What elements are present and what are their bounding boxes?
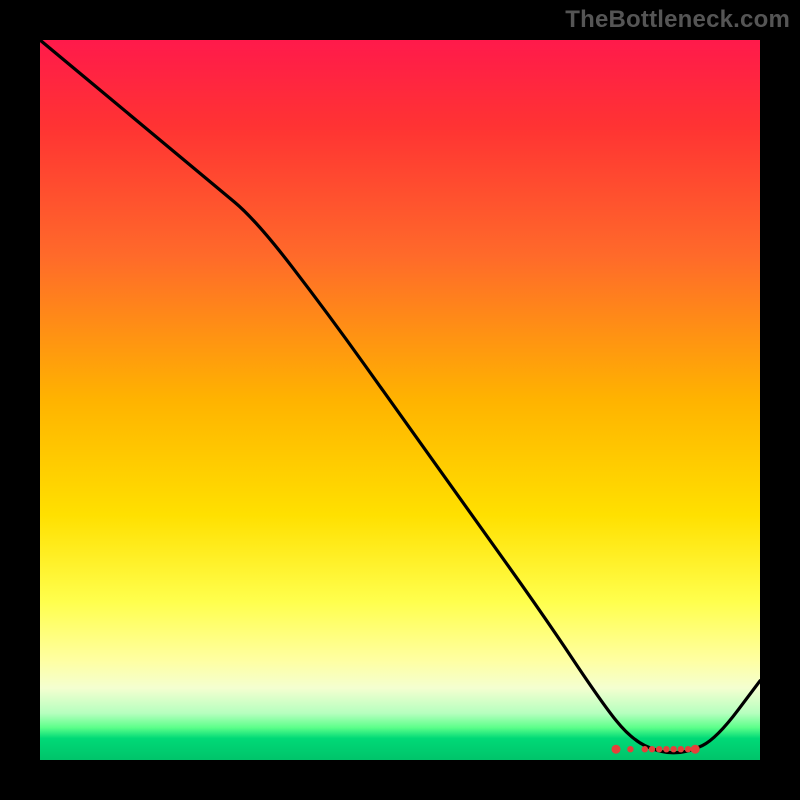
- chart-frame: TheBottleneck.com: [0, 0, 800, 800]
- bottleneck-curve: [40, 40, 760, 753]
- plot-area: [40, 40, 760, 760]
- watermark-label: TheBottleneck.com: [565, 6, 790, 34]
- optimal-marker: [649, 746, 655, 752]
- optimal-marker: [656, 746, 662, 752]
- optimal-marker: [685, 746, 691, 752]
- optimal-marker: [627, 746, 633, 752]
- optimal-marker: [678, 746, 684, 752]
- optimal-marker: [670, 746, 676, 752]
- optimal-marker: [691, 745, 700, 754]
- optimal-marker: [642, 746, 648, 752]
- optimal-marker: [663, 746, 669, 752]
- chart-svg: [40, 40, 760, 760]
- optimal-marker: [612, 745, 621, 754]
